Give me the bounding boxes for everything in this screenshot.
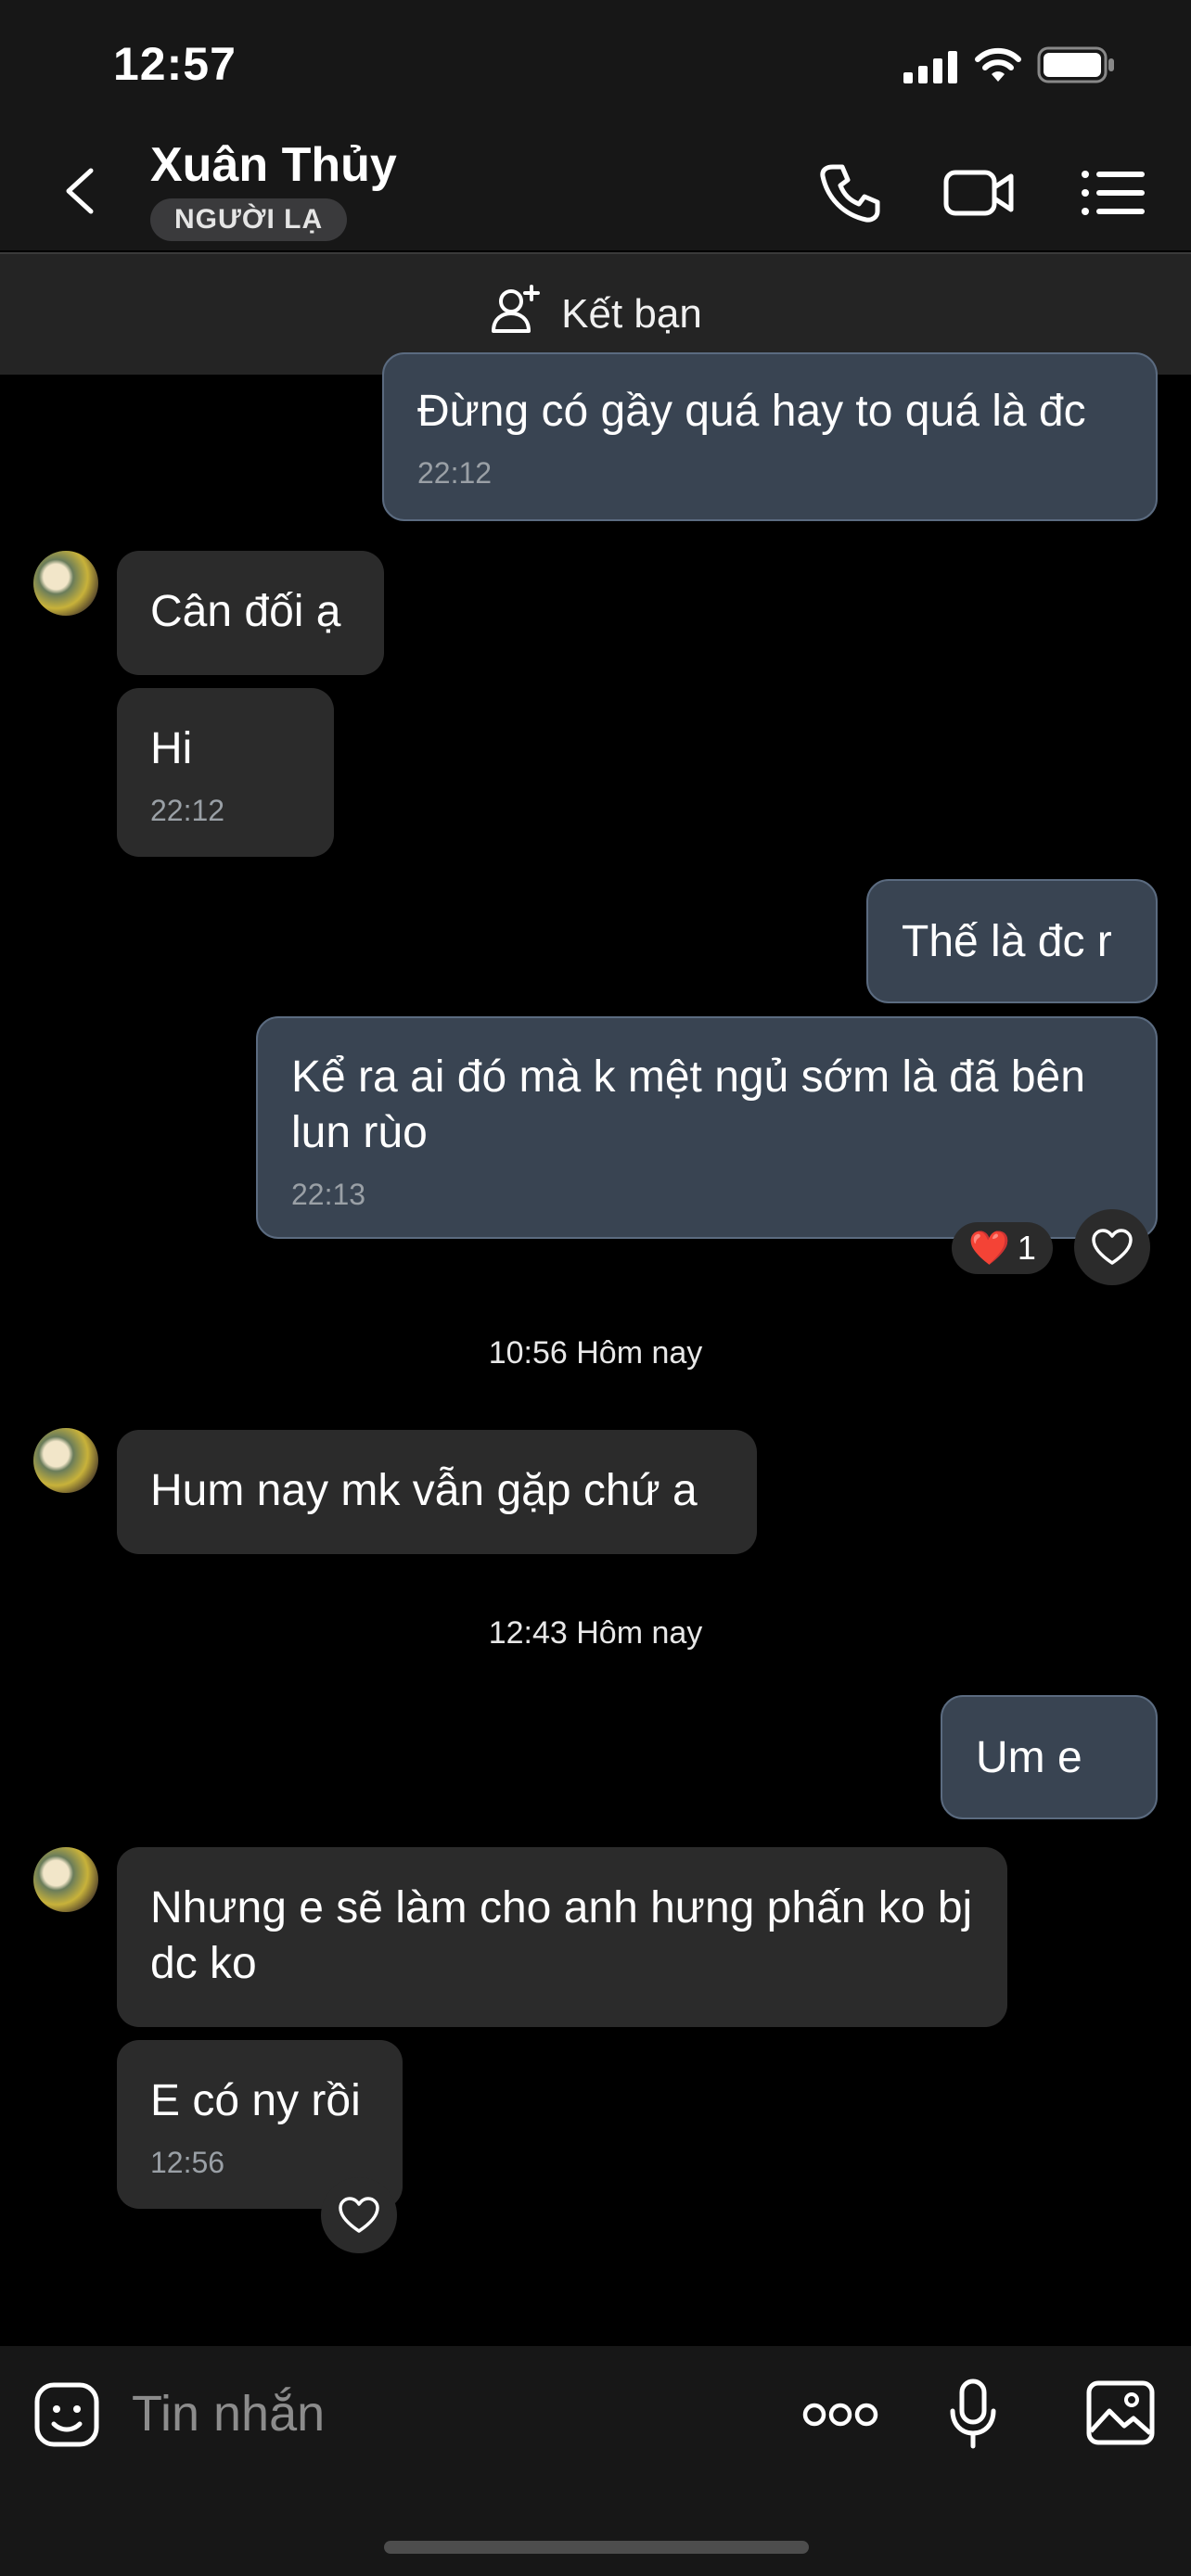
more-options-icon[interactable] xyxy=(801,2396,879,2438)
add-friend-label: Kết bạn xyxy=(561,291,702,337)
menu-list-icon[interactable] xyxy=(1076,156,1150,230)
message-text: Hi xyxy=(150,724,193,773)
reaction-summary[interactable]: ❤️ 1 xyxy=(952,1222,1053,1274)
message-text: Thế là đc r xyxy=(902,917,1112,966)
message-bubble-outgoing[interactable]: Thế là đc r xyxy=(866,879,1158,1003)
contact-avatar[interactable] xyxy=(33,1428,98,1493)
message-bubble-outgoing[interactable]: Um e xyxy=(941,1695,1158,1819)
cellular-signal-icon xyxy=(903,50,959,88)
image-icon[interactable] xyxy=(1085,2379,1156,2451)
heart-outline-icon xyxy=(1092,1229,1133,1265)
heart-outline-icon xyxy=(339,2197,379,2233)
back-chevron-icon[interactable] xyxy=(54,163,109,219)
react-heart-button[interactable] xyxy=(321,2177,397,2253)
date-divider: 12:43 Hôm nay xyxy=(488,1615,703,1651)
stranger-badge: NGƯỜI LẠ xyxy=(150,198,348,241)
message-time: 22:12 xyxy=(150,794,225,827)
home-indicator xyxy=(384,2541,809,2554)
message-text: Nhưng e sẽ làm cho anh hưng phấn ko bj d… xyxy=(150,1883,973,1988)
heart-reaction-icon: ❤️ xyxy=(968,1230,1010,1268)
message-text: E có ny rồi xyxy=(150,2076,361,2125)
message-bubble-outgoing[interactable]: Kể ra ai đó mà k mệt ngủ sớm là đã bên l… xyxy=(256,1016,1158,1239)
message-bubble-outgoing[interactable]: Đừng có gầy quá hay to quá là đc 22:12 xyxy=(382,352,1158,521)
status-time: 12:57 xyxy=(113,38,237,90)
message-text: Hum nay mk vẫn gặp chứ a xyxy=(150,1466,698,1515)
message-text: Đừng có gầy quá hay to quá là đc xyxy=(417,387,1086,436)
message-input[interactable]: Tin nhắn xyxy=(132,2385,325,2442)
message-bubble-incoming[interactable]: Hi 22:12 xyxy=(117,688,334,857)
wifi-icon xyxy=(974,46,1022,88)
reaction-count: 1 xyxy=(1017,1229,1036,1267)
battery-icon xyxy=(1037,46,1117,88)
message-time: 22:12 xyxy=(417,456,493,490)
video-camera-icon[interactable] xyxy=(941,156,1015,230)
message-bubble-incoming[interactable]: Hum nay mk vẫn gặp chứ a xyxy=(117,1430,757,1554)
message-time: 12:56 xyxy=(150,2146,225,2179)
sticker-icon[interactable] xyxy=(33,2381,100,2453)
message-bubble-incoming[interactable]: Nhưng e sẽ làm cho anh hưng phấn ko bj d… xyxy=(117,1847,1007,2027)
contact-avatar[interactable] xyxy=(33,551,98,616)
contact-name[interactable]: Xuân Thủy xyxy=(150,137,397,193)
react-heart-button[interactable] xyxy=(1074,1209,1150,1285)
microphone-icon[interactable] xyxy=(948,2378,998,2456)
date-divider: 10:56 Hôm nay xyxy=(488,1335,703,1371)
contact-avatar[interactable] xyxy=(33,1847,98,1912)
phone-icon[interactable] xyxy=(813,156,887,230)
message-bubble-incoming[interactable]: Cân đối ạ xyxy=(117,551,384,675)
message-text: Cân đối ạ xyxy=(150,587,341,636)
message-text: Um e xyxy=(976,1733,1082,1782)
add-user-icon xyxy=(489,283,543,347)
message-text: Kể ra ai đó mà k mệt ngủ sớm là đã bên l… xyxy=(291,1052,1085,1157)
message-time: 22:13 xyxy=(291,1178,366,1211)
